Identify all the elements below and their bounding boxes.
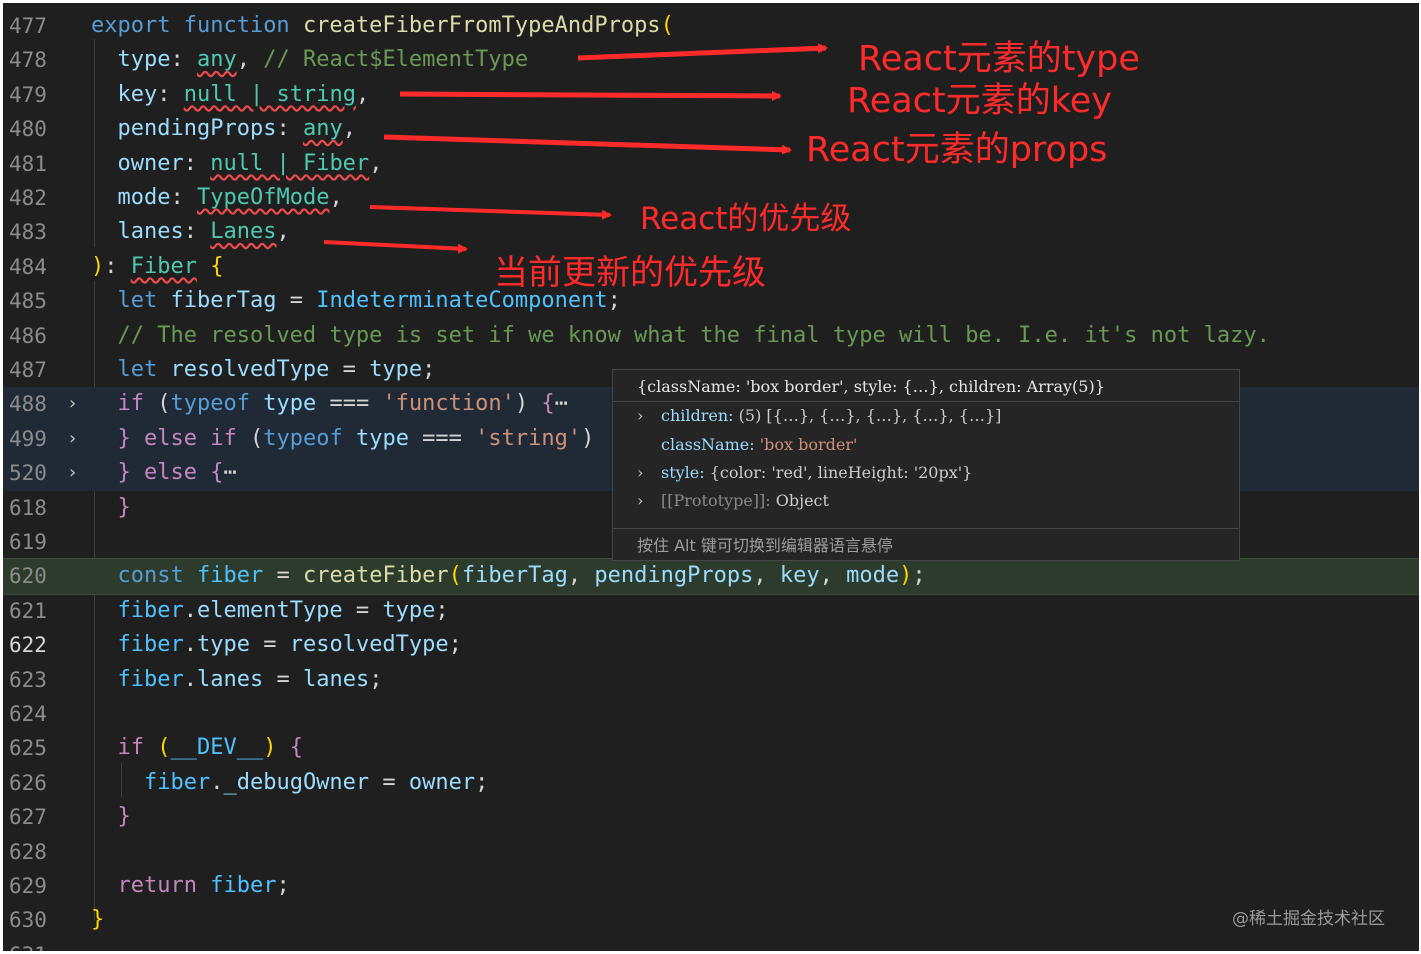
arrow-props [383, 134, 792, 155]
watermark: @稀土掘金技术社区 [1232, 909, 1385, 929]
arrow-key [399, 90, 782, 101]
annotation-key: React元素的key [847, 81, 1112, 121]
arrow-mode [369, 205, 612, 220]
annotation-lanes: 当前更新的优先级 [494, 253, 766, 293]
arrow-type [577, 43, 828, 61]
annotation-arrows [323, 43, 828, 254]
annotation-mode: React的优先级 [640, 201, 852, 237]
annotation-props: React元素的props [806, 130, 1108, 170]
arrow-lanes [323, 240, 468, 254]
